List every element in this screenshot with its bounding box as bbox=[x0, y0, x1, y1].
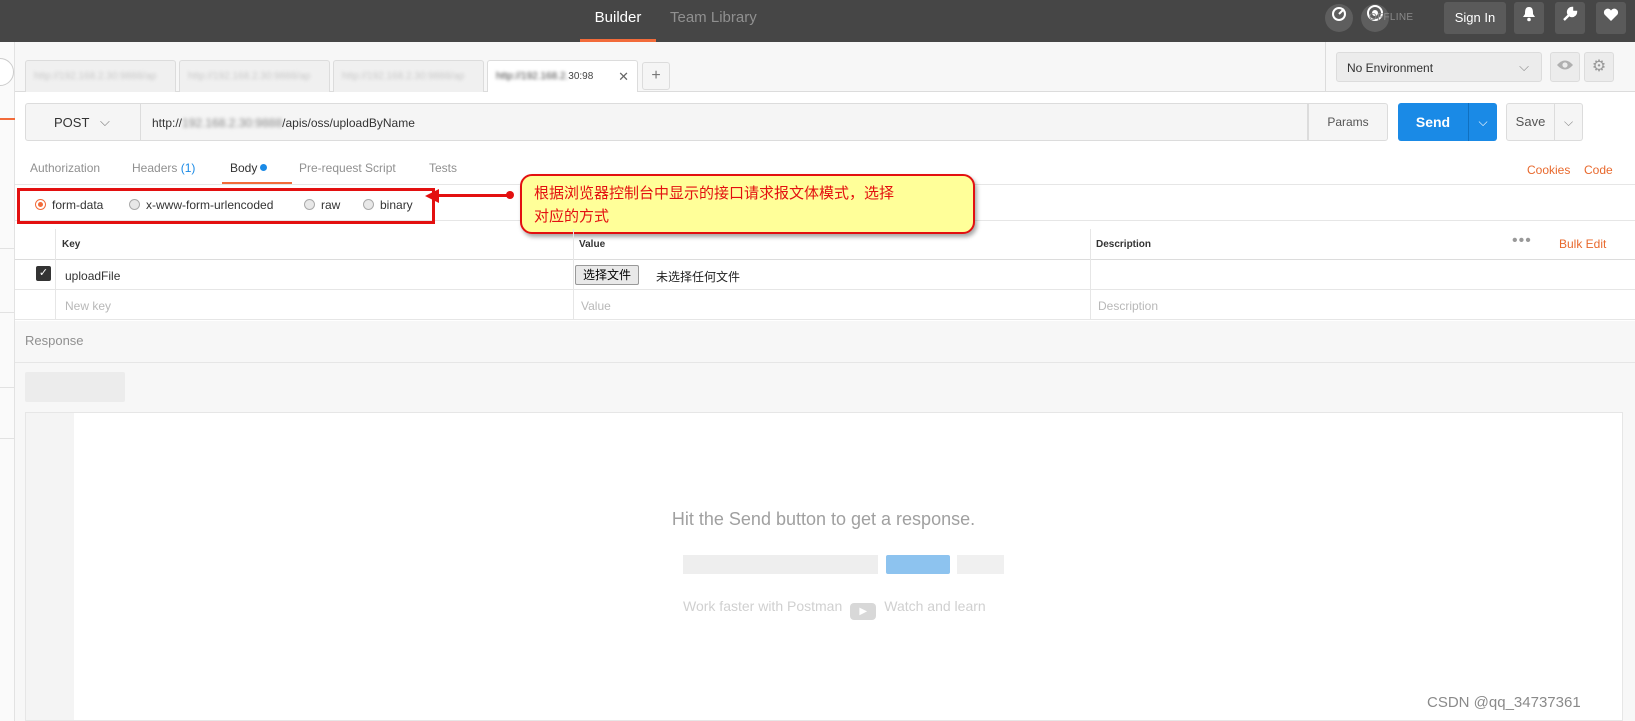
request-tabs: http://192.168.2.30:9888/ap http://192.1… bbox=[15, 42, 1325, 92]
divider bbox=[0, 438, 15, 439]
save-button[interactable]: Save bbox=[1506, 103, 1555, 141]
divider bbox=[0, 387, 15, 388]
learn-link[interactable]: Work faster with Postman ▶ Watch and learn bbox=[683, 598, 986, 620]
request-tab[interactable]: http://192.168.2.30:9888/ap bbox=[25, 60, 176, 92]
satellite-icon[interactable] bbox=[1325, 4, 1353, 32]
tab-active-underline bbox=[222, 182, 292, 184]
sidebar-toggle[interactable] bbox=[0, 58, 14, 86]
chevron-down-icon: ⌵ bbox=[1563, 115, 1574, 129]
column-header-description: Description bbox=[1096, 239, 1152, 250]
row-checkbox[interactable]: ✓ bbox=[36, 266, 51, 281]
loading-placeholder bbox=[683, 555, 878, 574]
new-key-input[interactable]: New key bbox=[65, 299, 111, 313]
table-header: Key Value Description ••• Bulk Edit bbox=[15, 229, 1635, 260]
request-tab-active[interactable]: http://192.168.2.30:98 ✕ bbox=[487, 60, 638, 92]
gear-icon[interactable]: ⚙ bbox=[1584, 52, 1614, 82]
tab-headers[interactable]: Headers (1) bbox=[132, 161, 195, 175]
cookies-link[interactable]: Cookies bbox=[1527, 163, 1570, 177]
response-panel: Response Hit the Send button to get a re… bbox=[15, 321, 1635, 721]
row-key[interactable]: uploadFile bbox=[65, 269, 120, 283]
environment-bar: No Environment ⌵ ⚙ bbox=[1325, 42, 1635, 92]
environment-selected: No Environment bbox=[1347, 61, 1434, 75]
tab-team-library[interactable]: Team Library bbox=[670, 0, 757, 42]
add-tab-button[interactable]: + bbox=[642, 62, 670, 90]
url-input[interactable]: http://192.168.2.30:9888/apis/oss/upload… bbox=[141, 103, 1308, 141]
more-options-icon[interactable]: ••• bbox=[1512, 232, 1532, 250]
chevron-down-icon: ⌵ bbox=[1478, 115, 1488, 129]
arrow-head-icon bbox=[425, 189, 439, 203]
annotation-arrow bbox=[437, 194, 509, 197]
new-description-input[interactable]: Description bbox=[1098, 299, 1158, 313]
annotation-highlight-box bbox=[17, 188, 435, 224]
divider bbox=[15, 362, 1635, 363]
annotation-callout: 根据浏览器控制台中显示的接口请求报文体模式，选择 对应的方式 bbox=[520, 174, 975, 234]
youtube-play-icon: ▶ bbox=[850, 603, 877, 620]
file-status: 未选择任何文件 bbox=[656, 270, 741, 284]
sign-in-button[interactable]: Sign In bbox=[1444, 2, 1506, 34]
loading-placeholder bbox=[886, 555, 950, 574]
bell-icon[interactable] bbox=[1514, 2, 1544, 34]
bulk-edit-link[interactable]: Bulk Edit bbox=[1559, 237, 1606, 251]
response-toolbar-placeholder bbox=[25, 372, 125, 402]
column-header-key: Key bbox=[62, 239, 81, 250]
column-header-value: Value bbox=[579, 239, 606, 250]
tab-builder-label: Builder bbox=[594, 9, 642, 26]
request-tab[interactable]: http://192.168.2.30:9888/ap bbox=[333, 60, 484, 92]
tab-body[interactable]: Body bbox=[230, 161, 268, 175]
choose-file-button[interactable]: 选择文件 bbox=[575, 265, 640, 285]
chevron-down-icon: ⌵ bbox=[100, 114, 110, 129]
method-select[interactable]: POST ⌵ bbox=[25, 103, 141, 141]
tab-tests[interactable]: Tests bbox=[429, 161, 457, 175]
empty-response-hint: Hit the Send button to get a response. bbox=[671, 509, 976, 529]
tab-prerequest-script[interactable]: Pre-request Script bbox=[299, 161, 396, 175]
top-bar: Builder Team Library OFFLINE Sign In bbox=[0, 0, 1635, 42]
annotation-arrow-tail bbox=[506, 191, 514, 199]
new-value-input[interactable]: Value bbox=[581, 299, 611, 313]
eye-icon[interactable] bbox=[1550, 52, 1580, 82]
divider bbox=[0, 312, 15, 313]
environment-select[interactable]: No Environment ⌵ bbox=[1336, 52, 1542, 82]
divider bbox=[0, 248, 15, 249]
table-row: ✓ uploadFile 选择文件 未选择任何文件 bbox=[15, 260, 1635, 290]
close-icon[interactable]: ✕ bbox=[618, 69, 629, 85]
wrench-icon[interactable] bbox=[1555, 2, 1585, 34]
heart-icon[interactable] bbox=[1596, 2, 1626, 34]
table-row-new: New key Value Description bbox=[15, 290, 1635, 320]
modified-dot bbox=[260, 164, 268, 171]
tab-builder[interactable]: Builder bbox=[580, 0, 656, 42]
offline-status: OFFLINE bbox=[1369, 12, 1414, 23]
tab-authorization[interactable]: Authorization bbox=[30, 161, 100, 175]
chevron-down-icon: ⌵ bbox=[1519, 59, 1529, 74]
watermark: CSDN @qq_34737361 bbox=[1427, 694, 1581, 711]
send-dropdown-button[interactable]: ⌵ bbox=[1468, 103, 1497, 141]
send-button[interactable]: Send bbox=[1398, 103, 1468, 141]
sidebar-active-marker bbox=[0, 118, 15, 120]
code-link[interactable]: Code bbox=[1584, 163, 1613, 177]
response-title: Response bbox=[25, 333, 84, 348]
loading-placeholder bbox=[957, 555, 1004, 574]
params-button[interactable]: Params bbox=[1308, 103, 1388, 141]
headers-count: (1) bbox=[180, 161, 196, 175]
response-body: Hit the Send button to get a response. W… bbox=[25, 412, 1623, 721]
method-label: POST bbox=[54, 115, 90, 130]
save-dropdown-button[interactable]: ⌵ bbox=[1555, 103, 1583, 141]
response-gutter bbox=[26, 413, 74, 720]
request-tab[interactable]: http://192.168.2.30:9888/ap bbox=[179, 60, 330, 92]
sidebar-collapsed bbox=[0, 42, 15, 721]
